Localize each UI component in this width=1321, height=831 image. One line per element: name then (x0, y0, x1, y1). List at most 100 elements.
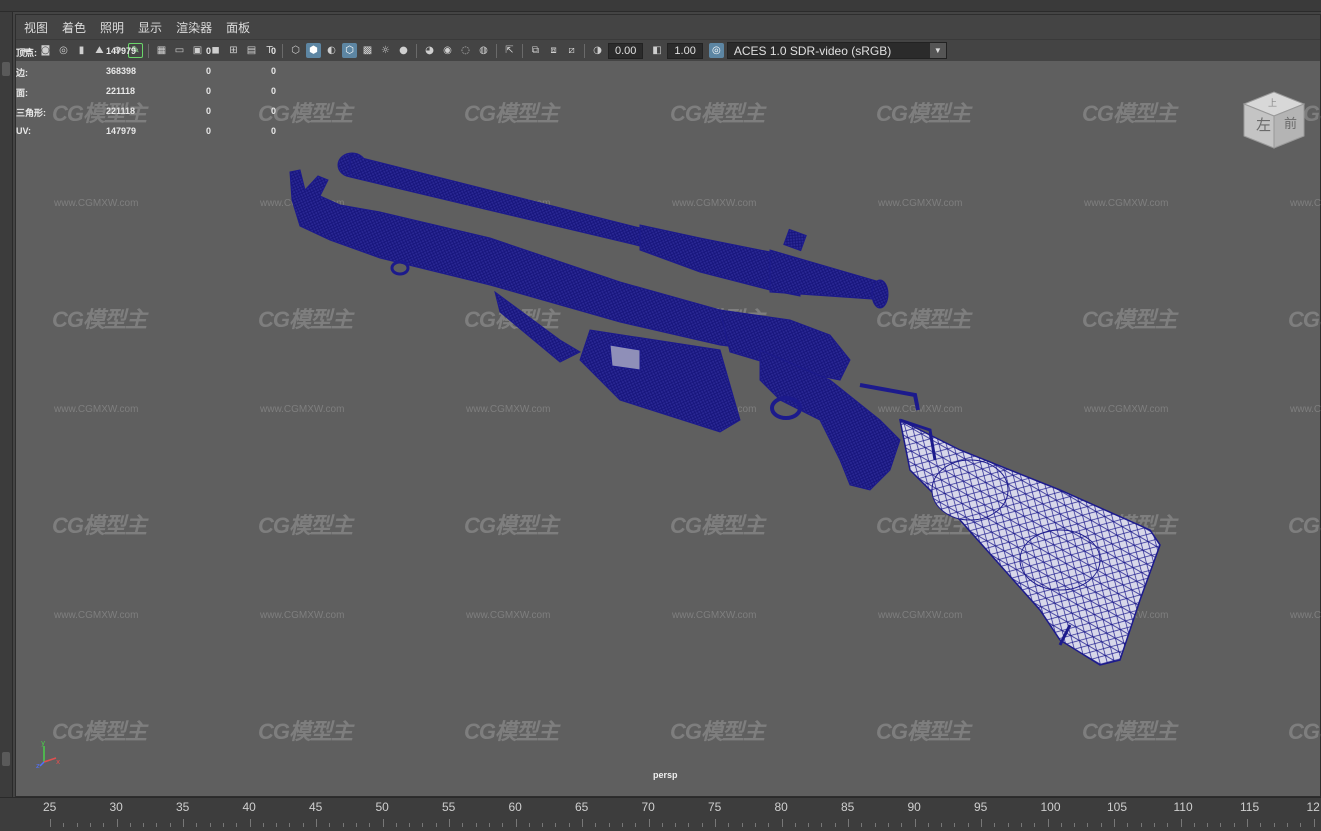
stock (898, 418, 1161, 666)
timeline-tick-label: 80 (774, 800, 788, 814)
timeline-tick-mark (488, 823, 490, 827)
viewcube-left-face[interactable]: 左 (1256, 116, 1271, 134)
timeline-tick-mark (395, 823, 397, 827)
timeline-tick-label: 40 (242, 800, 256, 814)
lights-icon[interactable]: ☼ (378, 43, 393, 58)
timeline-tick-mark (1127, 823, 1129, 827)
timeline-tick-mark (781, 819, 783, 827)
menu-lighting[interactable]: 照明 (100, 19, 124, 36)
timeline-tick-mark (329, 823, 331, 827)
timeline-tick-label: 105 (1107, 800, 1128, 814)
gamma-field[interactable]: 1.00 (667, 42, 703, 59)
timeline-tick-mark (927, 823, 929, 827)
chevron-down-icon[interactable]: ▼ (929, 43, 946, 58)
panel-handle[interactable] (2, 62, 10, 76)
timeline-tick-mark (422, 823, 424, 827)
color-management-icon[interactable]: ◎ (708, 43, 724, 58)
viewcube-top-face[interactable]: 上 (1268, 98, 1277, 109)
hud-value: 0 (271, 46, 277, 56)
timeline-tick-label: 30 (109, 800, 123, 814)
panel-handle[interactable] (2, 752, 10, 766)
timeline-tick-mark (954, 823, 956, 827)
menu-shading[interactable]: 着色 (62, 19, 86, 36)
toolbar-separator (584, 43, 585, 58)
gamma-icon[interactable]: ◧ (649, 43, 664, 58)
timeline-tick-mark (1074, 823, 1076, 827)
timeline-tick-label: 25 (43, 800, 57, 814)
camera-name-label: persp (653, 770, 678, 780)
left-tool-strip (0, 12, 13, 797)
timeline-tick-mark (236, 823, 238, 827)
axis-z-label: z (36, 762, 40, 768)
time-slider[interactable]: 25 30 35 40 45 50 55 60 65 70 75 80 85 90 95 100 105 110 1… (0, 797, 1321, 831)
timeline-tick-mark (302, 823, 304, 827)
timeline-tick-mark (369, 823, 371, 827)
timeline-tick-mark (342, 823, 344, 827)
timeline-tick-label: 75 (708, 800, 722, 814)
timeline-tick-mark (887, 823, 889, 827)
timeline-tick-mark (741, 823, 743, 827)
menu-renderer[interactable]: 渲染器 (176, 19, 212, 36)
timeline-tick-mark (129, 823, 131, 827)
depth-of-field-icon[interactable]: ◍ (476, 43, 491, 58)
timeline-tick-mark (1233, 823, 1235, 827)
toolbar-separator (522, 43, 523, 58)
timeline-tick-mark (316, 819, 317, 827)
backface-culling-icon[interactable]: ⧄ (564, 43, 579, 58)
colorspace-dropdown[interactable]: ACES 1.0 SDR-video (sRGB) ▼ (726, 42, 947, 59)
isolate-select-icon[interactable]: ⇱ (502, 43, 517, 58)
timeline-tick-mark (834, 823, 836, 827)
timeline-tick-mark (1007, 823, 1009, 827)
wireframe-on-shaded-icon[interactable]: ⬡ (342, 43, 357, 58)
timeline-tick-mark (794, 823, 796, 827)
timeline-tick-label: 35 (176, 800, 190, 814)
timeline-tick-mark (449, 819, 450, 827)
axis-y-label: y (41, 739, 45, 747)
shadows-icon[interactable]: ● (396, 43, 411, 58)
timeline-tick-mark (475, 823, 477, 827)
timeline-tick-mark (1247, 819, 1248, 827)
timeline-tick-mark (528, 823, 530, 827)
hud-value: 147979 (106, 46, 137, 56)
timeline-tick-mark (1060, 823, 1062, 827)
timeline-tick-mark (715, 819, 716, 827)
xray-joints-icon[interactable]: ⧈ (546, 43, 561, 58)
menu-panels[interactable]: 面板 (226, 19, 250, 36)
timeline-tick-mark (1087, 823, 1089, 827)
timeline-tick-mark (648, 819, 650, 827)
timeline-tick-mark (462, 823, 464, 827)
timeline-tick-mark (116, 819, 118, 827)
timeline-tick-label: 70 (641, 800, 655, 814)
timeline-tick-mark (183, 819, 184, 827)
exposure-icon[interactable]: ◑ (590, 43, 605, 58)
timeline-tick-mark (728, 823, 730, 827)
timeline-tick-mark (621, 823, 623, 827)
timeline-tick-mark (555, 823, 557, 827)
xray-icon[interactable]: ⧉ (528, 43, 543, 58)
motion-blur-icon[interactable]: ◉ (440, 43, 455, 58)
timeline-tick-mark (608, 823, 610, 827)
menu-view[interactable]: 视图 (24, 19, 48, 36)
viewcube-front-face[interactable]: 前 (1284, 116, 1297, 132)
timeline-tick-mark (1047, 819, 1049, 827)
timeline-tick-mark (1100, 823, 1102, 827)
timeline-tick-mark (355, 823, 357, 827)
view-cube[interactable]: 左 前 上 (1240, 86, 1308, 152)
timeline-tick-mark (209, 823, 211, 827)
hud-label: 顶点: (16, 48, 37, 58)
timeline-tick-mark (994, 823, 996, 827)
timeline-tick-mark (661, 823, 663, 827)
timeline-tick-mark (914, 819, 916, 827)
exposure-field[interactable]: 0.00 (608, 42, 644, 59)
textured-icon[interactable]: ▩ (360, 43, 375, 58)
screen-space-ao-icon[interactable]: ◕ (422, 43, 437, 58)
default-material-icon[interactable]: ◐ (324, 43, 339, 58)
anti-aliasing-icon[interactable]: ◌ (458, 43, 473, 58)
timeline-tick-mark (515, 819, 517, 827)
timeline-tick-mark (754, 823, 756, 827)
menu-show[interactable]: 显示 (138, 19, 162, 36)
smooth-shade-icon[interactable]: ⬢ (306, 43, 321, 58)
timeline-tick-mark (222, 823, 224, 827)
timeline-tick-mark (1114, 819, 1115, 827)
rifle-wireframe-model[interactable] (15, 60, 1305, 760)
